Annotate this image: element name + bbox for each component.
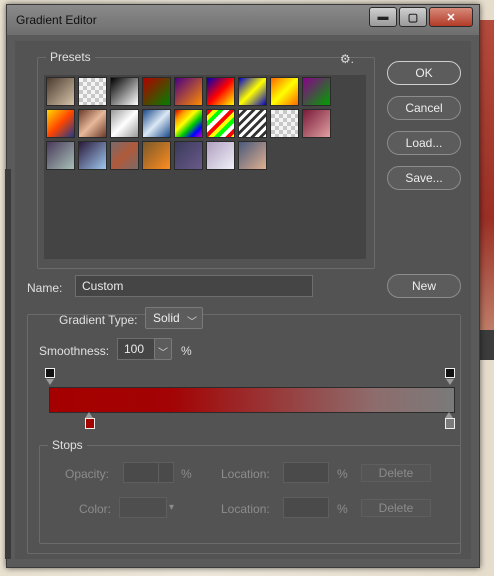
opacity-location-label: Location:: [221, 467, 270, 481]
color-label: Color:: [79, 502, 112, 516]
gradient-preview-bar[interactable]: [49, 387, 455, 413]
gradient-type-value: Solid: [153, 311, 180, 325]
presets-label: Presets: [46, 50, 95, 64]
smoothness-label: Smoothness:: [39, 344, 110, 358]
minimize-button[interactable]: ▬: [369, 7, 397, 27]
preset-swatch[interactable]: [110, 77, 139, 106]
color-stop-left[interactable]: [85, 418, 95, 429]
color-stop-right[interactable]: [445, 418, 455, 429]
close-button[interactable]: ✕: [429, 7, 473, 27]
opacity-stop-right-pointer: [446, 379, 454, 385]
color-location-percent: %: [337, 502, 348, 516]
opacity-stop-right[interactable]: [445, 368, 455, 378]
chevron-down-icon: ﹀: [158, 348, 168, 359]
opacity-percent: %: [181, 467, 192, 481]
preset-swatch[interactable]: [174, 141, 203, 170]
preset-swatch[interactable]: [206, 77, 235, 106]
preset-swatch[interactable]: [270, 77, 299, 106]
chevron-down-icon: ﹀: [187, 317, 197, 328]
color-swatch[interactable]: [119, 497, 167, 518]
new-button[interactable]: New: [387, 274, 461, 298]
dialog-body: Presets ⚙. OK Cancel Load... Save... Nam…: [15, 41, 471, 559]
preset-swatch[interactable]: [174, 109, 203, 138]
ok-button[interactable]: OK: [387, 61, 461, 85]
save-button[interactable]: Save...: [387, 166, 461, 190]
preset-swatch[interactable]: [78, 109, 107, 138]
smoothness-percent: %: [181, 344, 192, 358]
preset-swatch-grid: [44, 75, 366, 259]
gradient-editor-window: Gradient Editor ▬ ▢ ✕ Presets ⚙. OK Canc…: [5, 4, 480, 568]
maximize-button[interactable]: ▢: [399, 7, 427, 27]
preset-swatch[interactable]: [142, 141, 171, 170]
presets-group: Presets ⚙.: [37, 50, 375, 269]
color-delete-button[interactable]: Delete: [361, 499, 431, 517]
opacity-location-percent: %: [337, 467, 348, 481]
cancel-button[interactable]: Cancel: [387, 96, 461, 120]
load-button[interactable]: Load...: [387, 131, 461, 155]
left-edge-strip: [5, 169, 11, 559]
opacity-dropdown[interactable]: [158, 462, 174, 483]
opacity-stop-left-pointer: [46, 379, 54, 385]
color-location-input[interactable]: [283, 497, 329, 518]
smoothness-dropdown[interactable]: ﹀: [154, 338, 172, 360]
name-label: Name:: [27, 281, 63, 295]
preset-swatch[interactable]: [302, 77, 331, 106]
name-input[interactable]: Custom: [75, 275, 313, 297]
preset-swatch[interactable]: [46, 109, 75, 138]
preset-swatch[interactable]: [270, 109, 299, 138]
preset-swatch[interactable]: [302, 109, 331, 138]
preset-swatch[interactable]: [238, 141, 267, 170]
preset-swatch[interactable]: [206, 109, 235, 138]
window-title: Gradient Editor: [16, 13, 97, 27]
smoothness-input[interactable]: 100: [117, 338, 155, 360]
preset-swatch[interactable]: [206, 141, 235, 170]
preset-swatch[interactable]: [238, 77, 267, 106]
opacity-location-input[interactable]: [283, 462, 329, 483]
preset-swatch[interactable]: [110, 109, 139, 138]
preset-swatch[interactable]: [46, 141, 75, 170]
gradient-type-select[interactable]: Solid ﹀: [145, 307, 203, 329]
preset-swatch[interactable]: [110, 141, 139, 170]
gear-icon[interactable]: ⚙.: [340, 52, 354, 66]
preset-swatch[interactable]: [78, 77, 107, 106]
preset-swatch[interactable]: [78, 141, 107, 170]
opacity-delete-button[interactable]: Delete: [361, 464, 431, 482]
color-location-label: Location:: [221, 502, 270, 516]
opacity-input[interactable]: [123, 462, 159, 483]
chevron-down-icon[interactable]: ▾: [169, 502, 174, 513]
gradient-type-label: Gradient Type:: [59, 313, 138, 327]
stops-label: Stops: [48, 438, 87, 452]
preset-swatch[interactable]: [238, 109, 267, 138]
opacity-label: Opacity:: [65, 467, 110, 481]
opacity-stop-left[interactable]: [45, 368, 55, 378]
title-bar[interactable]: Gradient Editor ▬ ▢ ✕: [7, 5, 479, 35]
preset-swatch[interactable]: [174, 77, 203, 106]
window-controls: ▬ ▢ ✕: [369, 7, 473, 27]
preset-swatch[interactable]: [142, 109, 171, 138]
preset-swatch[interactable]: [142, 77, 171, 106]
preset-swatch[interactable]: [46, 77, 75, 106]
stops-group: Stops: [39, 438, 461, 544]
